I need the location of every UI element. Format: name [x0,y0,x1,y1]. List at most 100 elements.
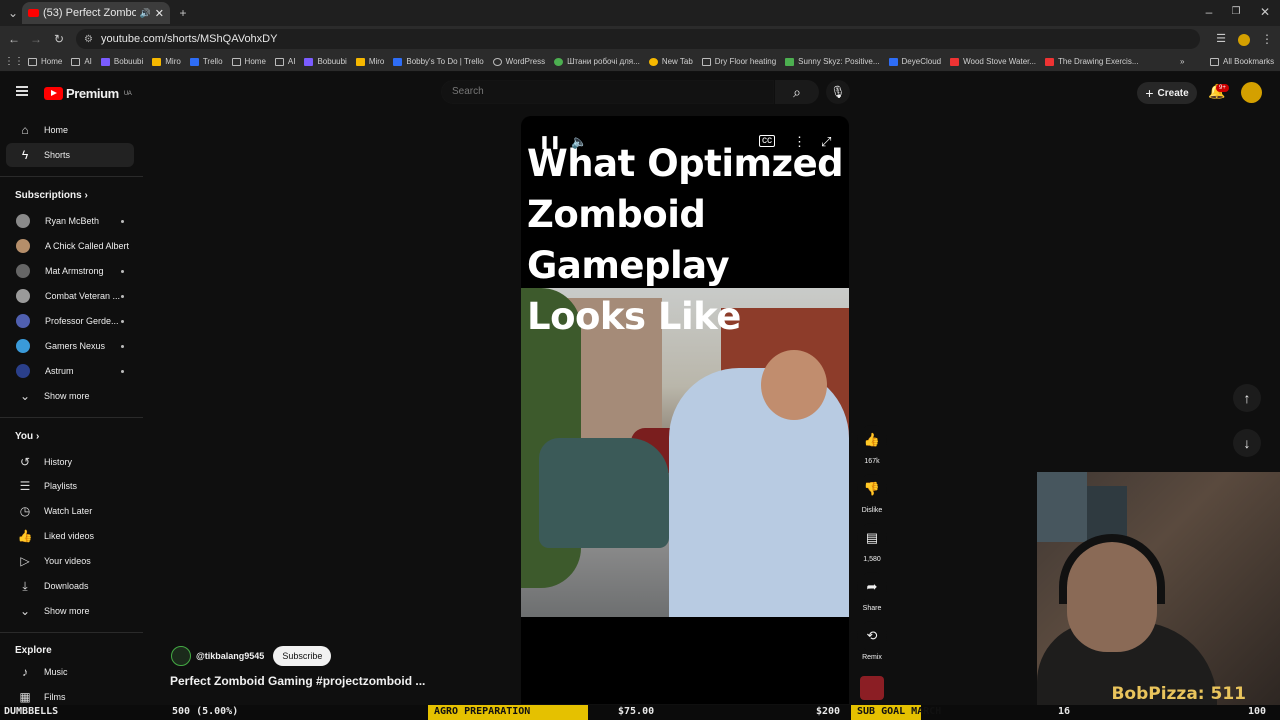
next-short-button[interactable]: ↓ [1233,429,1261,457]
bookmark-item[interactable]: AI [71,57,92,66]
remix-button[interactable]: ⟲ Remix [855,621,889,661]
create-button[interactable]: + Create [1137,82,1197,104]
subscription-item[interactable]: Ryan McBeth [6,209,134,233]
sidebar-item-watch-later[interactable]: ◷ Watch Later [6,499,134,523]
channel-avatar [16,239,30,253]
bookmark-item[interactable]: AI [274,57,295,66]
sidebar-item-liked-videos[interactable]: 👍 Liked videos [6,524,134,548]
new-tab-icon[interactable]: + [172,2,194,24]
comments-button[interactable]: ▤ 1,580 [855,523,889,563]
like-button[interactable]: 👍 167k [855,425,889,465]
video-description[interactable]: Perfect Zomboid Gaming #projectzomboid .… [170,674,425,688]
back-icon[interactable]: ← [3,28,25,50]
microphone-icon[interactable]: 🎙 [826,80,850,104]
more-options-icon[interactable]: ⋮ [793,134,806,150]
shorts-player[interactable]: What Optimzed Zomboid Gameplay Looks Lik… [521,116,849,704]
show-more-you[interactable]: ⌄ Show more [6,599,134,623]
bookmark-item[interactable]: Dry Floor heating [701,57,776,66]
reload-icon[interactable]: ↻ [48,28,70,50]
bookmark-item[interactable]: Trello [189,57,223,66]
sidebar-item-history[interactable]: ↺ History [6,450,134,474]
sidebar-item-music[interactable]: ♪ Music [6,660,134,684]
ticker-item: 16 [1058,706,1071,717]
bookmark-item[interactable]: New Tab [648,57,693,66]
bookmark-item[interactable]: Miro [355,57,384,66]
fullscreen-icon[interactable]: ⤢ [821,134,831,150]
more-bookmarks-icon[interactable]: » [1180,57,1184,66]
new-content-dot [121,219,124,223]
sound-thumbnail[interactable] [860,676,884,700]
new-content-dot [121,369,124,373]
clock-icon: ◷ [19,504,31,518]
bookmark-item[interactable]: The Drawing Exercis... [1045,57,1139,66]
subscription-item[interactable]: Mat Armstrong [6,259,134,283]
bookmark-item[interactable]: WordPress [492,57,545,66]
ticker-item: AGRO PREPARATION [434,706,531,717]
shop-favicon-icon [554,57,564,66]
tab-search-icon[interactable]: ⌄ [2,2,24,24]
channel-name[interactable]: @tikbalang9545 [196,651,264,661]
channel-avatar[interactable] [171,646,191,666]
ticker-item: SUB GOAL MARCH [857,706,942,717]
video-scene-car [539,438,669,548]
subscription-item[interactable]: Astrum [6,359,134,383]
sidebar-item-shorts[interactable]: ϟ Shorts [6,143,134,167]
volume-icon[interactable]: 🔈 [571,134,587,150]
bookmark-item[interactable]: DeyeCloud [888,57,941,66]
divider [0,176,143,177]
youtube-logo[interactable]: Premium UA [44,86,132,101]
bookmark-item[interactable]: Home [231,57,266,66]
browser-menu-icon[interactable]: ⋮ [1256,28,1278,50]
subscription-item[interactable]: A Chick Called Albert [6,234,134,258]
minimize-icon[interactable]: – [1198,1,1220,23]
profile-icon[interactable] [1233,28,1255,50]
webcam-overlay: BobPizza: 511 [1037,472,1280,708]
share-button[interactable]: ➦ Share [855,572,889,612]
avatar[interactable] [1241,82,1262,103]
maximize-icon[interactable]: ❐ [1225,1,1247,23]
sidebar-item-playlists[interactable]: ☰ Playlists [6,474,134,498]
captions-icon[interactable]: cc [759,135,775,147]
bookmark-item[interactable]: Sunny Skyz: Positive... [785,57,880,66]
subscription-item[interactable]: Combat Veteran ... [6,284,134,308]
subscription-item[interactable]: Professor Gerde... [6,309,134,333]
close-tab-icon[interactable]: ✕ [155,7,164,20]
webcam-label: BobPizza: 511 [1111,684,1246,704]
channel-avatar [16,214,30,228]
bookmark-item[interactable]: Miro [152,57,181,66]
bookmark-item[interactable]: Bobuubi [304,57,347,66]
close-window-icon[interactable]: ✕ [1254,1,1276,23]
bookmark-item[interactable]: Bobby's To Do | Trello [393,57,484,66]
sidebar-item-downloads[interactable]: ⤓ Downloads [6,574,134,598]
dislike-button[interactable]: 👎 Dislike [855,474,889,514]
bookmark-item[interactable]: Home [28,57,62,66]
new-content-dot [121,269,124,273]
forward-icon[interactable]: → [25,28,47,50]
apps-grid-icon[interactable]: ⋮⋮ [0,56,28,67]
bookmark-item[interactable]: Bobuubi [100,57,143,66]
pause-icon[interactable]: ❚❚ [539,134,561,150]
you-heading[interactable]: You › [15,431,39,442]
subscriptions-heading[interactable]: Subscriptions › [15,190,88,201]
subscribe-button[interactable]: Subscribe [273,646,332,666]
headphones-icon [1059,534,1165,604]
folder-icon [701,57,711,66]
url-field[interactable]: ⚙ youtube.com/shorts/MShQAVohxDY [76,29,1200,49]
subscription-item[interactable]: Gamers Nexus [6,334,134,358]
webcam-monitor [1087,486,1127,541]
previous-short-button[interactable]: ↑ [1233,384,1261,412]
search-icon[interactable]: ⌕ [775,80,819,104]
sidebar-item-your-videos[interactable]: ▷ Your videos [6,549,134,573]
browser-tab[interactable]: (53) Perfect Zomboid Gaming 🔊 ✕ [22,2,170,24]
menu-icon[interactable] [16,86,28,96]
sidebar-item-home[interactable]: ⌂ Home [6,118,134,142]
your-videos-icon: ▷ [20,554,30,568]
site-info-icon[interactable]: ⚙ [84,34,93,45]
show-more-subscriptions[interactable]: ⌄ Show more [6,384,134,408]
all-bookmarks[interactable]: All Bookmarks [1210,57,1274,66]
tab-search-menu-icon[interactable]: ☰ [1210,28,1232,50]
bookmark-item[interactable]: Wood Stove Water... [950,57,1036,66]
search-input[interactable]: Search [441,80,774,104]
bookmark-item[interactable]: Штани робочі для... [554,57,640,66]
speaker-icon[interactable]: 🔊 [140,8,151,19]
